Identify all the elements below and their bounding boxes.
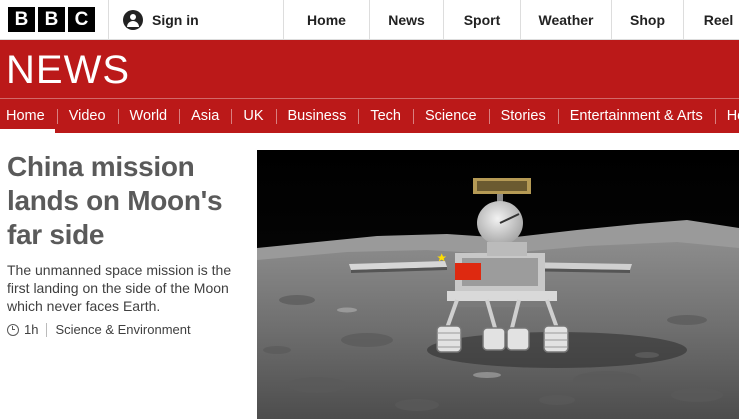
section-nav: Home Video World Asia UK Business Tech S… bbox=[0, 99, 739, 133]
section-nav-uk[interactable]: UK bbox=[231, 99, 275, 133]
bbc-logo-letter: B bbox=[8, 7, 35, 32]
meta-divider bbox=[46, 322, 48, 337]
news-wordmark[interactable]: NEWS bbox=[6, 50, 130, 90]
section-nav-asia[interactable]: Asia bbox=[179, 99, 231, 133]
section-nav-home[interactable]: Home bbox=[0, 99, 57, 133]
bbc-top-bar: B B C Sign in Home News Sport Weather Sh… bbox=[0, 0, 739, 40]
top-nav: Home News Sport Weather Shop Reel bbox=[283, 0, 739, 40]
bbc-logo-letter: C bbox=[68, 7, 95, 32]
section-nav-entertainment-arts[interactable]: Entertainment & Arts bbox=[557, 99, 715, 133]
section-nav-tech[interactable]: Tech bbox=[358, 99, 413, 133]
clock-icon bbox=[7, 323, 19, 336]
top-nav-sport[interactable]: Sport bbox=[443, 0, 520, 40]
top-nav-weather[interactable]: Weather bbox=[520, 0, 611, 40]
story-headline[interactable]: China mission lands on Moon's far side bbox=[7, 150, 247, 252]
sign-in-label: Sign in bbox=[152, 12, 199, 28]
section-nav-health[interactable]: Health bbox=[714, 99, 739, 133]
section-nav-world[interactable]: World bbox=[117, 99, 180, 133]
story-section-link[interactable]: Science & Environment bbox=[55, 322, 190, 337]
top-nav-news[interactable]: News bbox=[369, 0, 443, 40]
bbc-logo[interactable]: B B C bbox=[8, 7, 95, 32]
top-nav-shop[interactable]: Shop bbox=[611, 0, 683, 40]
section-nav-video[interactable]: Video bbox=[56, 99, 118, 133]
news-header: NEWS Home Video World Asia UK Business T… bbox=[0, 40, 739, 133]
top-nav-home[interactable]: Home bbox=[283, 0, 369, 40]
story-image[interactable] bbox=[257, 150, 739, 419]
section-nav-business[interactable]: Business bbox=[275, 99, 359, 133]
story-meta: 1h Science & Environment bbox=[7, 322, 191, 337]
account-icon bbox=[123, 10, 143, 30]
section-nav-science[interactable]: Science bbox=[412, 99, 489, 133]
section-nav-stories[interactable]: Stories bbox=[488, 99, 558, 133]
story-summary: The unmanned space mission is the first … bbox=[7, 262, 232, 314]
bbc-logo-letter: B bbox=[38, 7, 65, 32]
story-time: 1h bbox=[24, 322, 39, 337]
sign-in-link[interactable]: Sign in bbox=[108, 0, 283, 40]
top-nav-reel[interactable]: Reel bbox=[683, 0, 739, 40]
lunar-rover-illustration bbox=[257, 150, 739, 419]
